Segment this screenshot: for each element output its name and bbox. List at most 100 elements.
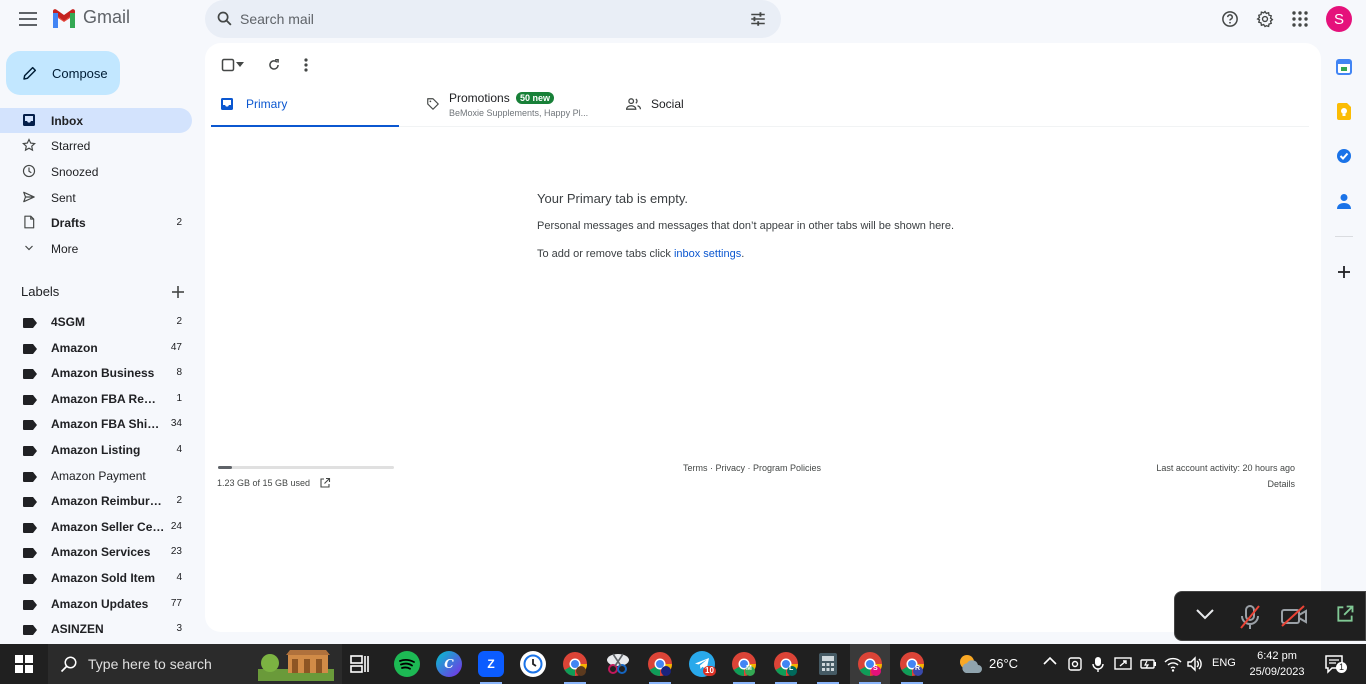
mail-panel: Primary Promotions 50 new BeMoxie Supple… [205,43,1321,632]
clock-app[interactable] [520,651,546,677]
search-options-icon[interactable] [749,10,767,28]
start-button[interactable] [15,655,33,673]
camera-tray-icon[interactable] [1067,656,1083,672]
nav-item-starred[interactable]: Starred [0,133,192,158]
program-policies-link[interactable]: Program Policies [753,463,821,473]
screen-share-tray-icon[interactable] [1114,656,1132,672]
tab-promotions[interactable]: Promotions 50 new BeMoxie Supplements, H… [417,87,607,127]
camera-toggle[interactable] [1280,604,1308,628]
chevron-down-icon [1196,609,1214,620]
more-options-button[interactable] [296,55,316,75]
search-input[interactable] [240,0,740,38]
label-icon [23,446,37,456]
label-item[interactable]: Amazon Payment [0,464,192,489]
calculator-app[interactable] [815,651,841,677]
snipping-tool-app[interactable] [605,651,631,677]
label-item[interactable]: Amazon Seller Central 24 [0,515,192,540]
manage-storage-link[interactable] [319,477,331,489]
contacts-app-icon[interactable] [1335,192,1353,210]
search-icon[interactable] [216,10,233,27]
google-apps-button[interactable] [1289,8,1311,30]
create-label-button[interactable] [170,284,186,300]
zoom-app[interactable]: Z [478,651,504,677]
system-clock[interactable]: 6:42 pm 25/09/2023 [1248,648,1306,680]
settings-button[interactable] [1254,8,1276,30]
people-icon [626,98,641,110]
label-item[interactable]: Amazon Services 23 [0,540,192,565]
label-icon [23,497,37,507]
empty-state-settings: To add or remove tabs click inbox settin… [537,248,744,260]
label-item[interactable]: ASINZEN 3 [0,617,192,642]
telegram-app[interactable]: 10 [689,651,716,677]
chrome-profile-app[interactable]: M [731,651,757,677]
label-item[interactable]: Amazon 47 [0,336,192,361]
refresh-button[interactable] [264,55,284,75]
clock-time: 6:42 pm [1257,650,1297,662]
taskbar-search-box[interactable]: Type here to search [48,644,342,684]
keep-app-icon[interactable] [1335,102,1353,120]
inbox-settings-link[interactable]: inbox settings [674,248,741,260]
nav-item-sent[interactable]: Sent [0,185,192,210]
gear-icon [1256,10,1274,28]
label-item[interactable]: Amazon FBA Shipment 34 [0,412,192,437]
star-icon [22,138,36,152]
tab-social[interactable]: Social [617,87,737,127]
privacy-link[interactable]: Privacy [716,463,746,473]
label-item[interactable]: Amazon FBA Removal 1 [0,387,192,412]
nav-item-more[interactable]: More [0,236,192,261]
get-addons-button[interactable] [1335,263,1353,281]
terms-link[interactable]: Terms [683,463,708,473]
calendar-app-icon[interactable] [1335,58,1353,76]
chrome-profile-app[interactable]: L [773,651,799,677]
tasks-app-icon[interactable] [1335,147,1353,165]
support-button[interactable] [1219,8,1241,30]
notification-center-button[interactable]: 1 [1324,654,1348,674]
spotify-app[interactable] [394,651,420,677]
volume-tray-icon[interactable] [1186,656,1204,672]
microphone-toggle[interactable] [1239,604,1261,630]
label-item[interactable]: Amazon Listing 4 [0,438,192,463]
label-count: 4 [176,444,182,455]
input-language[interactable]: ENG [1212,657,1236,669]
chrome-profile-app-active[interactable]: S [857,651,883,677]
label-item[interactable]: Amazon Reimbursement 2 [0,489,192,514]
nav-item-snoozed[interactable]: Snoozed [0,159,192,184]
main-menu-button[interactable] [16,7,40,31]
label-item[interactable]: Amazon Updates 77 [0,592,192,617]
wifi-tray-icon[interactable] [1164,656,1182,672]
label-item[interactable]: Amazon Business 8 [0,361,192,386]
battery-tray-icon[interactable] [1139,656,1157,672]
label-name: Amazon [51,341,98,355]
chrome-profile-app[interactable] [562,651,588,677]
nav-item-inbox[interactable]: Inbox [0,108,192,133]
alarm-clock-icon [523,654,543,674]
task-view-button[interactable] [347,651,373,677]
label-item[interactable]: 4SGM 2 [0,310,192,335]
search-bar[interactable] [205,0,781,38]
nav-label: More [51,241,79,256]
select-dropdown[interactable] [233,55,247,75]
collapse-controls-button[interactable] [1195,608,1215,620]
label-item[interactable]: Amazon Sold Item 4 [0,566,192,591]
gmail-logo[interactable]: Gmail [51,7,130,28]
show-hidden-icons[interactable] [1043,656,1057,666]
chrome-profile-app[interactable] [647,651,673,677]
account-avatar[interactable]: S [1326,6,1352,32]
help-icon [1222,11,1238,27]
weather-widget[interactable] [958,653,982,675]
chrome-icon [858,652,882,676]
canva-app[interactable]: C [436,651,462,677]
taskbar-search-placeholder: Type here to search [88,656,212,672]
compose-button[interactable]: Compose [6,51,120,95]
microphone-tray-icon[interactable] [1092,656,1104,672]
inbox-tabs: Primary Promotions 50 new BeMoxie Supple… [211,87,1309,127]
open-in-new-icon [1337,605,1354,622]
label-icon [23,523,37,533]
label-icon [23,548,37,558]
activity-details-link[interactable]: Details [1267,479,1295,489]
open-call-window-button[interactable] [1335,604,1355,624]
nav-item-drafts[interactable]: Drafts 2 [0,210,192,235]
label-count: 23 [170,546,182,557]
tab-primary[interactable]: Primary [211,87,399,127]
chrome-profile-app[interactable]: R [899,651,925,677]
